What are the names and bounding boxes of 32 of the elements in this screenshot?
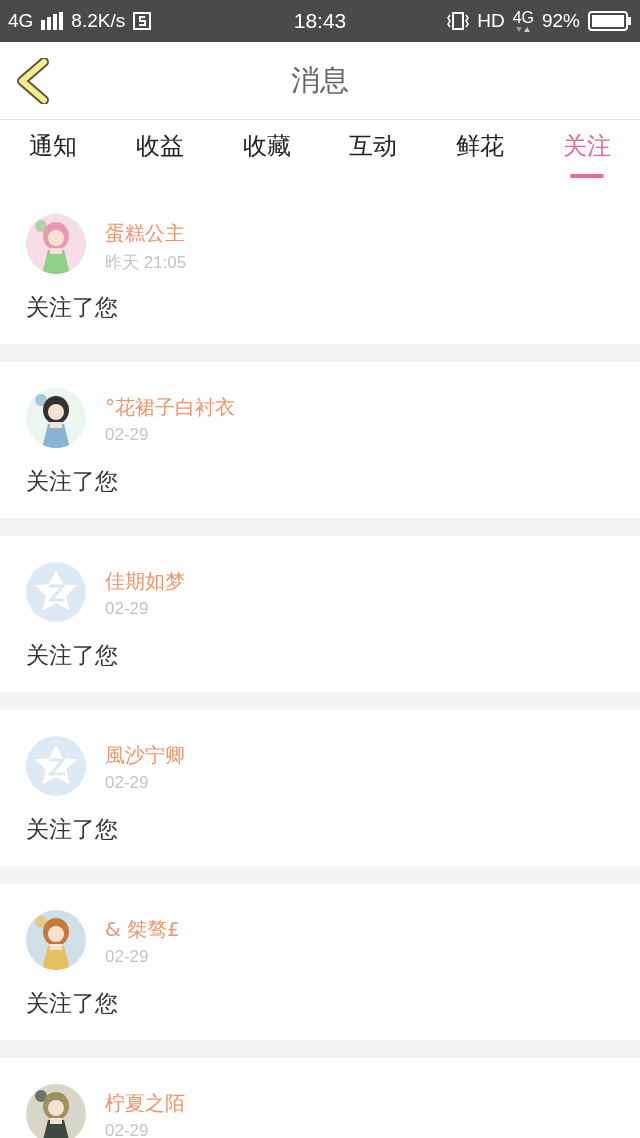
message-time: 02-29 — [105, 773, 150, 793]
signal-icon — [41, 12, 64, 30]
user-name[interactable]: °花裙子白衬衣 — [105, 394, 235, 421]
vibrate-icon — [447, 11, 470, 31]
message-text: 关注了您 — [26, 815, 119, 844]
network-label: 4G — [8, 10, 34, 32]
message-time: 02-29 — [105, 947, 150, 967]
message-time: 02-29 — [105, 599, 150, 619]
message-text: 关注了您 — [26, 641, 119, 670]
message-text: 关注了您 — [26, 467, 119, 496]
default-avatar-icon — [26, 736, 86, 796]
app-icon — [133, 12, 152, 30]
message-text: 关注了您 — [26, 989, 119, 1018]
clock: 18:43 — [293, 9, 347, 33]
back-icon[interactable] — [16, 58, 50, 104]
message-text: 关注了您 — [26, 293, 119, 322]
message-time: 昨天 21:05 — [105, 252, 187, 274]
network-label: 4G — [512, 9, 534, 26]
user-name[interactable]: 蛋糕公主 — [105, 220, 187, 247]
hd-label: HD — [477, 10, 505, 32]
user-name[interactable]: 柠夏之陌 — [105, 1090, 185, 1117]
data-arrows-icon — [514, 25, 533, 33]
user-name[interactable]: 佳期如梦 — [105, 568, 185, 595]
battery-icon — [588, 11, 632, 31]
default-avatar-icon — [26, 562, 86, 622]
user-name[interactable]: & 桀骜£ — [105, 916, 180, 943]
battery-label: 92% — [541, 10, 580, 32]
message-time: 02-29 — [105, 1121, 150, 1138]
user-name[interactable]: 風沙宁卿 — [105, 742, 185, 769]
page-title: 消息 — [291, 61, 349, 99]
message-time: 02-29 — [105, 425, 150, 445]
speed-label: 8.2K/s — [71, 10, 126, 32]
